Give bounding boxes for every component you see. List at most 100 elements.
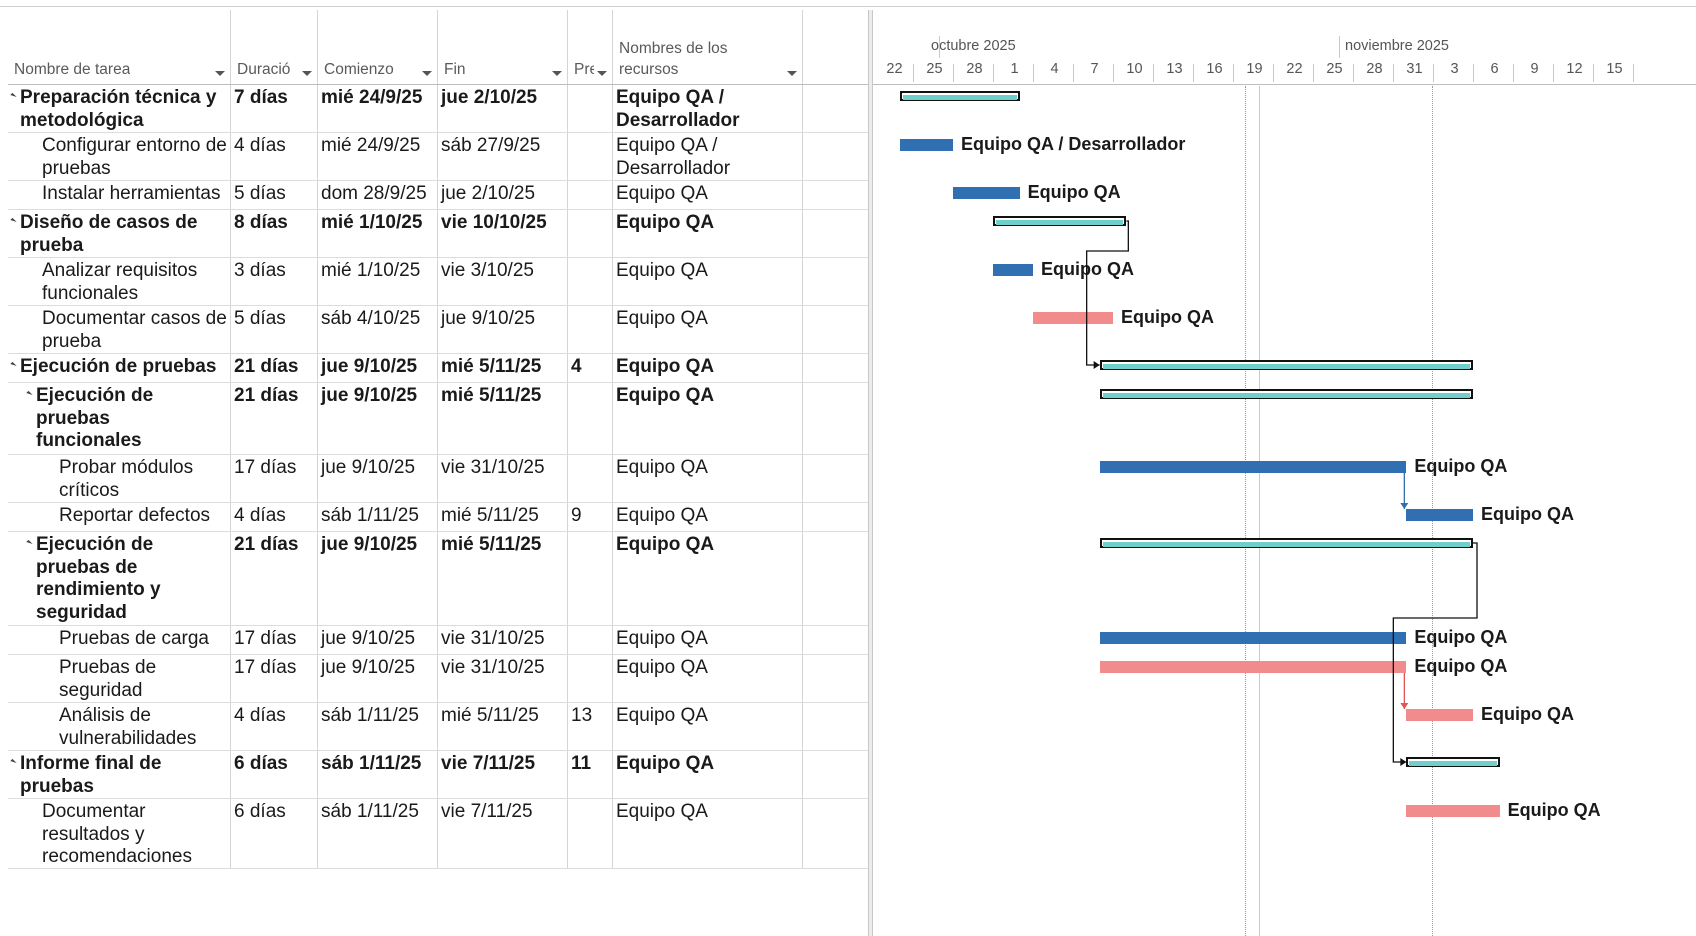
cell-pred[interactable]: [568, 258, 613, 305]
cell-resources[interactable]: Equipo QA: [613, 799, 803, 868]
cell-name[interactable]: Preparación técnica y metodológica: [8, 85, 231, 132]
cell-finish[interactable]: mié 5/11/25: [438, 532, 568, 625]
table-row[interactable]: Documentar resultados y recomendaciones 6 d…: [8, 799, 870, 869]
cell-resources[interactable]: Equipo QA / Desarrollador: [613, 133, 803, 180]
cell-resources[interactable]: Equipo QA: [613, 383, 803, 454]
cell-name[interactable]: Ejecución de pruebas de rendimiento y segur…: [8, 532, 231, 625]
cell-resources[interactable]: Equipo QA: [613, 210, 803, 257]
cell-resources[interactable]: Equipo QA: [613, 306, 803, 353]
cell-duration[interactable]: 21 días: [231, 383, 318, 454]
cell-name[interactable]: Configurar entorno de pruebas: [8, 133, 231, 180]
cell-pred[interactable]: [568, 85, 613, 132]
table-row[interactable]: Reportar defectos 4 días sáb 1/11/25 mié 5/…: [8, 503, 870, 532]
cell-pred[interactable]: [568, 210, 613, 257]
table-row[interactable]: Analizar requisitos funcionales 3 días mié …: [8, 258, 870, 306]
cell-name[interactable]: Análisis de vulnerabilidades: [8, 703, 231, 750]
chevron-down-icon[interactable]: [215, 71, 225, 76]
cell-resources[interactable]: Equipo QA: [613, 503, 803, 531]
cell-finish[interactable]: vie 7/11/25: [438, 751, 568, 798]
cell-name[interactable]: Documentar casos de prueba: [8, 306, 231, 353]
cell-resources[interactable]: Equipo QA: [613, 258, 803, 305]
chevron-down-icon[interactable]: [552, 71, 562, 76]
cell-duration[interactable]: 3 días: [231, 258, 318, 305]
cell-name[interactable]: Instalar herramientas: [8, 181, 231, 209]
cell-finish[interactable]: vie 3/10/25: [438, 258, 568, 305]
cell-start[interactable]: sáb 1/11/25: [318, 799, 438, 868]
cell-pred[interactable]: 4: [568, 354, 613, 382]
cell-resources[interactable]: Equipo QA: [613, 703, 803, 750]
cell-duration[interactable]: 17 días: [231, 455, 318, 502]
cell-start[interactable]: jue 9/10/25: [318, 383, 438, 454]
chevron-down-icon[interactable]: [302, 71, 312, 76]
cell-duration[interactable]: 7 días: [231, 85, 318, 132]
cell-name[interactable]: Probar módulos críticos: [8, 455, 231, 502]
cell-pred[interactable]: [568, 455, 613, 502]
cell-start[interactable]: jue 9/10/25: [318, 455, 438, 502]
cell-duration[interactable]: 5 días: [231, 181, 318, 209]
collapse-triangle-icon[interactable]: [10, 361, 17, 369]
cell-pred[interactable]: [568, 133, 613, 180]
table-row[interactable]: Documentar casos de prueba 5 días sáb 4/10/…: [8, 306, 870, 354]
cell-start[interactable]: jue 9/10/25: [318, 626, 438, 654]
cell-name[interactable]: Reportar defectos: [8, 503, 231, 531]
cell-start[interactable]: mié 24/9/25: [318, 85, 438, 132]
cell-duration[interactable]: 4 días: [231, 703, 318, 750]
table-row[interactable]: Configurar entorno de pruebas 4 días mié 24…: [8, 133, 870, 181]
cell-pred[interactable]: [568, 626, 613, 654]
collapse-triangle-icon[interactable]: [26, 539, 33, 547]
cell-pred[interactable]: [568, 383, 613, 454]
cell-start[interactable]: sáb 1/11/25: [318, 503, 438, 531]
col-header-duration[interactable]: Duració: [231, 10, 318, 84]
cell-name[interactable]: Informe final de pruebas: [8, 751, 231, 798]
cell-finish[interactable]: jue 2/10/25: [438, 85, 568, 132]
cell-start[interactable]: dom 28/9/25: [318, 181, 438, 209]
col-header-finish[interactable]: Fin: [438, 10, 568, 84]
cell-finish[interactable]: jue 9/10/25: [438, 306, 568, 353]
cell-duration[interactable]: 5 días: [231, 306, 318, 353]
cell-duration[interactable]: 21 días: [231, 532, 318, 625]
col-header-start[interactable]: Comienzo: [318, 10, 438, 84]
cell-duration[interactable]: 8 días: [231, 210, 318, 257]
cell-finish[interactable]: vie 10/10/25: [438, 210, 568, 257]
cell-duration[interactable]: 4 días: [231, 503, 318, 531]
collapse-triangle-icon[interactable]: [10, 92, 17, 100]
cell-start[interactable]: jue 9/10/25: [318, 532, 438, 625]
cell-finish[interactable]: mié 5/11/25: [438, 354, 568, 382]
cell-finish[interactable]: mié 5/11/25: [438, 503, 568, 531]
cell-start[interactable]: jue 9/10/25: [318, 655, 438, 702]
collapse-triangle-icon[interactable]: [26, 390, 33, 398]
cell-start[interactable]: mié 1/10/25: [318, 210, 438, 257]
col-header-name[interactable]: Nombre de tarea: [8, 10, 231, 84]
cell-finish[interactable]: jue 2/10/25: [438, 181, 568, 209]
cell-start[interactable]: sáb 1/11/25: [318, 703, 438, 750]
cell-finish[interactable]: vie 7/11/25: [438, 799, 568, 868]
cell-resources[interactable]: Equipo QA: [613, 354, 803, 382]
cell-resources[interactable]: Equipo QA: [613, 655, 803, 702]
cell-resources[interactable]: Equipo QA: [613, 626, 803, 654]
cell-duration[interactable]: 6 días: [231, 751, 318, 798]
cell-start[interactable]: sáb 1/11/25: [318, 751, 438, 798]
table-row[interactable]: Análisis de vulnerabilidades 4 días sáb 1/1…: [8, 703, 870, 751]
cell-pred[interactable]: [568, 532, 613, 625]
cell-duration[interactable]: 21 días: [231, 354, 318, 382]
cell-name[interactable]: Pruebas de seguridad: [8, 655, 231, 702]
cell-finish[interactable]: mié 5/11/25: [438, 383, 568, 454]
cell-pred[interactable]: [568, 306, 613, 353]
cell-start[interactable]: sáb 4/10/25: [318, 306, 438, 353]
table-row[interactable]: Ejecución de pruebas 21 días jue 9/10/25 mi…: [8, 354, 870, 383]
cell-finish[interactable]: vie 31/10/25: [438, 455, 568, 502]
col-header-pred[interactable]: Pre: [568, 10, 613, 84]
chevron-down-icon[interactable]: [597, 71, 607, 76]
table-row[interactable]: Preparación técnica y metodológica 7 días m…: [8, 85, 870, 133]
table-row[interactable]: Probar módulos críticos 17 días jue 9/10/25…: [8, 455, 870, 503]
table-row[interactable]: Diseño de casos de prueba 8 días mié 1/10/2…: [8, 210, 870, 258]
cell-finish[interactable]: vie 31/10/25: [438, 626, 568, 654]
cell-start[interactable]: mié 1/10/25: [318, 258, 438, 305]
cell-resources[interactable]: Equipo QA: [613, 455, 803, 502]
cell-start[interactable]: mié 24/9/25: [318, 133, 438, 180]
cell-name[interactable]: Ejecución de pruebas: [8, 354, 231, 382]
cell-resources[interactable]: Equipo QA: [613, 181, 803, 209]
cell-name[interactable]: Ejecución de pruebas funcionales: [8, 383, 231, 454]
cell-pred[interactable]: [568, 655, 613, 702]
cell-pred[interactable]: 13: [568, 703, 613, 750]
